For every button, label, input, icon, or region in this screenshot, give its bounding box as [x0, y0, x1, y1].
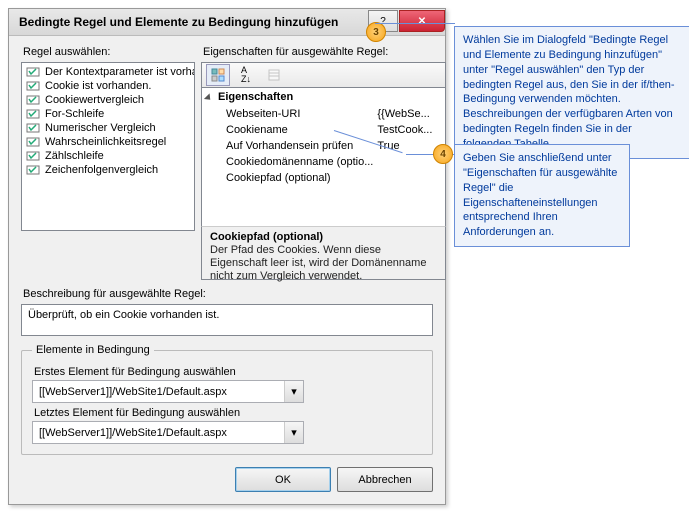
rule-label: Cookie ist vorhanden.: [45, 80, 151, 92]
rule-label: Zählschleife: [45, 150, 104, 162]
callout-number-3: 3: [366, 22, 386, 42]
rule-item: Zeichenfolgenvergleich: [22, 163, 194, 177]
property-toolbar: AZ↓: [201, 62, 446, 87]
help-title: Cookiepfad (optional): [210, 231, 437, 243]
rule-label: Der Kontextparameter ist vorhanden.: [45, 66, 195, 78]
rule-item: Numerischer Vergleich: [22, 121, 194, 135]
callout-step-3: Wählen Sie im Dialogfeld "Bedingte Regel…: [454, 26, 689, 159]
callout-number-4: 4: [433, 144, 453, 164]
property-row: Webseiten-URI{{WebSe...: [202, 106, 445, 122]
rule-item: Wahrscheinlichkeitsregel: [22, 135, 194, 149]
help-text: Der Pfad des Cookies. Wenn diese Eigensc…: [210, 244, 437, 284]
rule-icon: [26, 66, 40, 78]
rule-label: Zeichenfolgenvergleich: [45, 164, 158, 176]
close-button[interactable]: ✕: [399, 10, 445, 32]
callout-leader: [375, 23, 455, 24]
callout-step-4: Geben Sie anschließend unter "Eigenschaf…: [454, 144, 630, 247]
rule-item: For-Schleife: [22, 107, 194, 121]
rule-item: Cookiewertvergleich: [22, 93, 194, 107]
description-box: Überprüft, ob ein Cookie vorhanden ist.: [21, 304, 433, 336]
rule-icon: [26, 164, 40, 176]
property-row: Cookiepfad (optional): [202, 170, 445, 186]
description-text: Überprüft, ob ein Cookie vorhanden ist.: [28, 309, 219, 321]
first-element-combo[interactable]: [[WebServer1]]/WebSite1/Default.aspx ▾: [32, 380, 304, 403]
property-category[interactable]: Eigenschaften: [202, 88, 445, 106]
dialog-window: Bedingte Regel und Elemente zu Bedingung…: [8, 8, 446, 505]
combo-value: [[WebServer1]]/WebSite1/Default.aspx: [33, 386, 284, 398]
rule-icon: [26, 122, 40, 134]
last-element-combo[interactable]: [[WebServer1]]/WebSite1/Default.aspx ▾: [32, 421, 304, 444]
chevron-down-icon[interactable]: ▾: [284, 381, 303, 402]
ok-button[interactable]: OK: [235, 467, 331, 492]
rule-listbox[interactable]: Der Kontextparameter ist vorhanden. Cook…: [21, 62, 195, 231]
rule-label: Numerischer Vergleich: [45, 122, 156, 134]
property-help-pane: Cookiepfad (optional) Der Pfad des Cooki…: [201, 226, 446, 280]
select-rule-label: Regel auswählen:: [23, 46, 195, 58]
combo-value: [[WebServer1]]/WebSite1/Default.aspx: [33, 427, 284, 439]
last-element-label: Letztes Element für Bedingung auswählen: [34, 407, 422, 419]
elements-legend: Elemente in Bedingung: [32, 344, 154, 356]
description-label: Beschreibung für ausgewählte Regel:: [23, 288, 433, 300]
property-pages-button[interactable]: [262, 64, 286, 86]
rule-label: Wahrscheinlichkeitsregel: [45, 136, 166, 148]
rule-item: Cookie ist vorhanden.: [22, 79, 194, 93]
rule-icon: [26, 150, 40, 162]
rule-label: For-Schleife: [45, 108, 104, 120]
property-row: CookienameTestCook...: [202, 122, 445, 138]
property-grid[interactable]: Eigenschaften Webseiten-URI{{WebSe... Co…: [201, 87, 446, 227]
elements-fieldset: Elemente in Bedingung Erstes Element für…: [21, 344, 433, 455]
categorized-button[interactable]: [206, 64, 230, 86]
rule-item: Der Kontextparameter ist vorhanden.: [22, 65, 194, 79]
first-element-label: Erstes Element für Bedingung auswählen: [34, 366, 422, 378]
properties-label: Eigenschaften für ausgewählte Regel:: [203, 46, 446, 58]
rule-icon: [26, 94, 40, 106]
chevron-down-icon[interactable]: ▾: [284, 422, 303, 443]
rule-label: Cookiewertvergleich: [45, 94, 144, 106]
rule-icon: [26, 108, 40, 120]
rule-icon: [26, 80, 40, 92]
property-row: Auf Vorhandensein prüfenTrue: [202, 138, 445, 154]
rule-icon: [26, 136, 40, 148]
rule-item: Zählschleife: [22, 149, 194, 163]
title-text: Bedingte Regel und Elemente zu Bedingung…: [19, 15, 367, 29]
property-row: Cookiedomänenname (optio...: [202, 154, 445, 170]
alpha-sort-button[interactable]: AZ↓: [234, 64, 258, 86]
cancel-button[interactable]: Abbrechen: [337, 467, 433, 492]
